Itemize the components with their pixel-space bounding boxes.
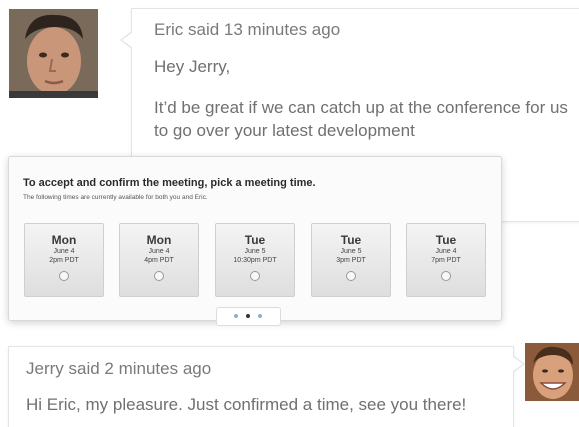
radio-icon [154,271,164,281]
meeting-time-picker: To accept and confirm the meeting, pick … [8,156,502,326]
radio-icon [441,271,451,281]
slot-date: June 5 [244,248,266,255]
time-slot-button[interactable]: Tue June 5 10:30pm PDT [215,223,295,297]
radio-icon [59,271,69,281]
time-slot-button[interactable]: Mon June 4 2pm PDT [24,223,104,297]
eric-message-body: It’d be great if we can catch up at the … [154,98,568,140]
slot-time: 2pm PDT [49,257,79,264]
slot-day: Tue [244,233,266,247]
time-slot-button[interactable]: Tue June 4 7pm PDT [406,223,486,297]
page-dot[interactable] [258,314,262,318]
page-dot[interactable] [234,314,238,318]
jerry-author-line: Jerry said 2 minutes ago [26,359,212,378]
bubble-tail-inner [122,32,133,48]
slot-day: Mon [51,233,77,247]
meeting-picker-title: To accept and confirm the meeting, pick … [23,177,316,189]
eric-avatar [9,9,98,98]
slot-date: June 5 [340,248,362,255]
slot-time: 3pm PDT [336,257,366,264]
meeting-picker-subtitle: The following times are currently availa… [23,194,208,201]
slot-date: June 4 [148,248,170,255]
jerry-avatar [525,343,579,401]
slot-time: 10:30pm PDT [233,257,277,264]
pagination-dots [216,307,281,326]
slot-day: Tue [340,233,362,247]
slot-time: 7pm PDT [431,257,461,264]
page-dot-active[interactable] [246,314,250,318]
radio-icon [250,271,260,281]
slot-day: Tue [435,233,457,247]
slot-date: June 4 [435,248,457,255]
eric-greeting: Hey Jerry, [154,57,231,76]
jerry-message-bubble: Jerry said 2 minutes ago Hi Eric, my ple… [8,346,525,427]
eric-author-line: Eric said 13 minutes ago [154,20,341,39]
time-slot-button[interactable]: Tue June 5 3pm PDT [311,223,391,297]
slot-time: 4pm PDT [144,257,174,264]
radio-icon [346,271,356,281]
slot-date: June 4 [53,248,75,255]
slot-day: Mon [146,233,172,247]
jerry-message-body: Hi Eric, my pleasure. Just confirmed a t… [26,395,467,414]
bubble-tail-inner [512,356,523,372]
time-slot-button[interactable]: Mon June 4 4pm PDT [119,223,199,297]
